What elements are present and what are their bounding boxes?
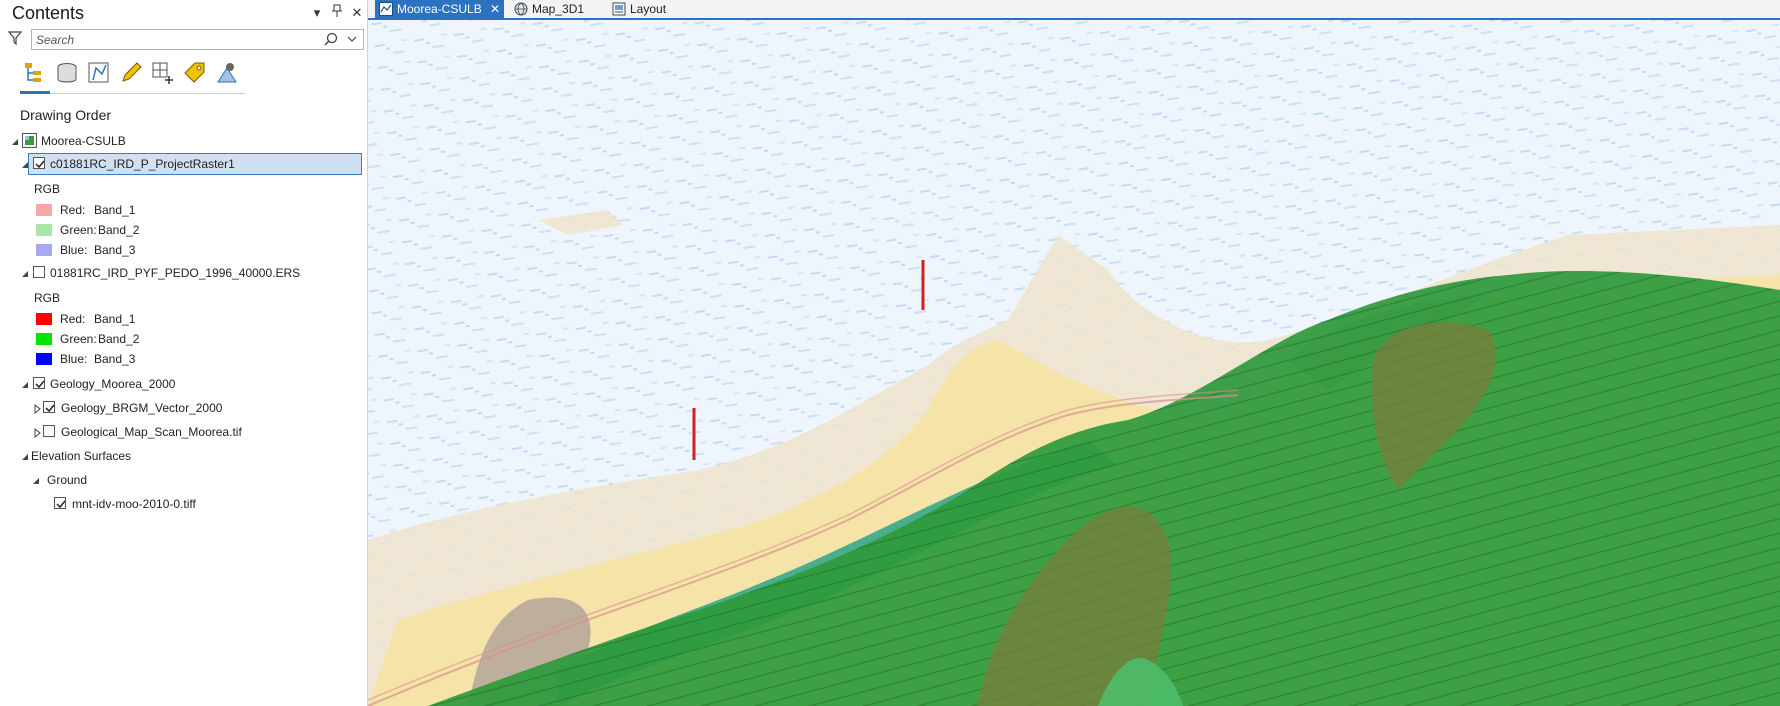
tab-label: Layout — [630, 2, 667, 16]
list-by-labeling-icon[interactable] — [182, 60, 208, 86]
tree-layer-row[interactable]: c01881RC_IRD_P_ProjectRaster1 — [20, 154, 360, 174]
layout-icon — [612, 2, 626, 16]
active-tool-indicator — [20, 91, 50, 94]
contents-toolbar — [20, 60, 245, 94]
layer-name: Geological_Map_Scan_Moorea.tif — [61, 425, 242, 439]
collapse-arrow-icon[interactable] — [10, 136, 20, 146]
list-by-selection-icon[interactable] — [86, 60, 112, 86]
tree-ground-surface[interactable]: Ground — [31, 470, 331, 490]
view-tab-bar: Moorea-CSULB ✕ Map_3D1 Layout — [368, 0, 1780, 20]
layer-name: c01881RC_IRD_P_ProjectRaster1 — [50, 157, 235, 171]
layer-visibility-checkbox[interactable] — [33, 157, 45, 169]
ground-label: Ground — [47, 473, 88, 487]
map-view[interactable] — [368, 20, 1780, 706]
red-swatch — [36, 313, 52, 325]
map-canvas[interactable] — [368, 20, 1780, 706]
layer-visibility-checkbox[interactable] — [33, 266, 45, 278]
tree-map-item[interactable]: Moorea-CSULB — [10, 131, 360, 151]
tree-elevation-source[interactable]: mnt-idv-moo-2010-0.tiff — [54, 494, 354, 514]
search-box — [31, 29, 364, 50]
search-icon[interactable] — [323, 31, 339, 48]
layer-visibility-checkbox[interactable] — [43, 425, 55, 437]
legend-item-blue: Blue: Band_3 — [36, 349, 236, 369]
tab-label: Moorea-CSULB — [397, 2, 482, 16]
close-tab-icon[interactable]: ✕ — [490, 0, 500, 18]
tab-layout[interactable]: Layout — [608, 0, 688, 18]
list-by-perspective-imagery-icon[interactable] — [214, 60, 240, 86]
tree-layer-row[interactable]: Geological_Map_Scan_Moorea.tif — [32, 422, 352, 442]
close-pane-icon[interactable]: ✕ — [348, 4, 366, 22]
contents-title: Contents — [12, 3, 85, 23]
legend-item-blue: Blue: Band_3 — [36, 240, 236, 260]
blue-swatch — [36, 244, 52, 256]
legend-item-red: Red: Band_1 — [36, 200, 236, 220]
elevation-source-checkbox[interactable] — [54, 497, 66, 509]
elevation-source-name: mnt-idv-moo-2010-0.tiff — [72, 497, 196, 511]
layer-name: Geology_Moorea_2000 — [50, 377, 176, 391]
collapse-arrow-icon[interactable] — [20, 379, 30, 389]
toolbar-divider — [20, 93, 245, 94]
map-frame-icon — [22, 133, 37, 148]
search-options-chevron-icon[interactable] — [346, 31, 358, 48]
list-by-drawing-order-icon[interactable] — [22, 60, 48, 86]
tab-map-3d1[interactable]: Map_3D1 — [510, 0, 600, 18]
pane-menu-chevron-icon[interactable]: ▾ — [308, 4, 326, 22]
legend-item-red: Red: Band_1 — [36, 309, 236, 329]
tab-label: Map_3D1 — [532, 2, 585, 16]
search-input[interactable] — [36, 31, 316, 48]
list-by-editing-icon[interactable] — [118, 60, 144, 86]
pin-icon[interactable] — [328, 4, 346, 22]
expand-arrow-icon[interactable] — [32, 403, 42, 415]
map-name: Moorea-CSULB — [41, 134, 126, 148]
tree-layer-row[interactable]: Geology_BRGM_Vector_2000 — [32, 398, 352, 418]
layer-visibility-checkbox[interactable] — [43, 401, 55, 413]
list-by-source-icon[interactable] — [54, 60, 80, 86]
legend-item-green: Green: Band_2 — [36, 220, 236, 240]
contents-header: Contents ▾ ✕ — [0, 0, 368, 26]
tree-elevation-surfaces[interactable]: Elevation Surfaces — [20, 446, 320, 466]
collapse-arrow-icon[interactable] — [31, 475, 41, 485]
contents-pane: Contents ▾ ✕ Search Drawing Order Moorea… — [0, 0, 368, 706]
layer-name: 01881RC_IRD_PYF_PEDO_1996_40000.ERS — [50, 266, 301, 280]
collapse-arrow-icon[interactable] — [20, 159, 30, 169]
tree-group-layer-row[interactable]: Geology_Moorea_2000 — [20, 374, 360, 394]
red-swatch — [36, 204, 52, 216]
tree-layer-row[interactable]: 01881RC_IRD_PYF_PEDO_1996_40000.ERS — [20, 263, 360, 283]
collapse-arrow-icon[interactable] — [20, 451, 30, 461]
map-icon — [379, 2, 393, 16]
green-swatch — [36, 224, 52, 236]
collapse-arrow-icon[interactable] — [20, 268, 30, 278]
drawing-order-heading: Drawing Order — [20, 107, 112, 123]
tab-moorea-csulb[interactable]: Moorea-CSULB ✕ — [375, 0, 504, 18]
elevation-surfaces-label: Elevation Surfaces — [31, 449, 132, 463]
green-swatch — [36, 333, 52, 345]
blue-swatch — [36, 353, 52, 365]
list-by-snapping-icon[interactable] — [150, 60, 176, 86]
layer-visibility-checkbox[interactable] — [33, 377, 45, 389]
expand-arrow-icon[interactable] — [32, 427, 42, 439]
filter-icon[interactable] — [7, 30, 24, 48]
globe-icon — [514, 2, 528, 16]
layer-name: Geology_BRGM_Vector_2000 — [61, 401, 223, 415]
legend-item-green: Green: Band_2 — [36, 329, 236, 349]
